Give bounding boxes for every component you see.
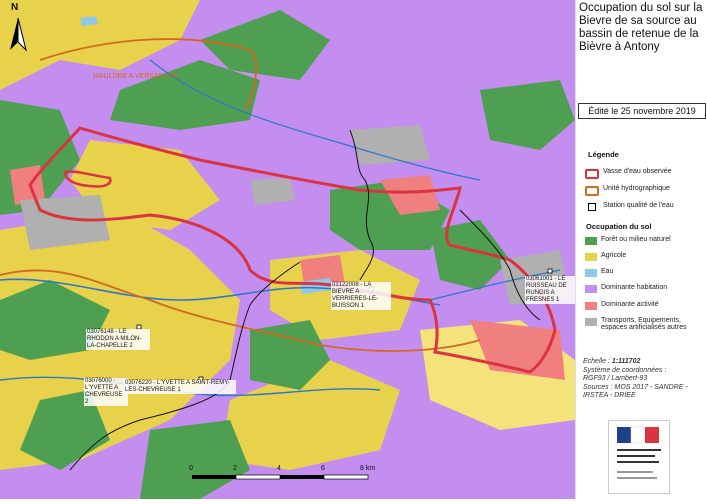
legend-item-label: Forêt ou milieu naturel (601, 236, 671, 243)
scale-value: 1:111702 (611, 358, 641, 365)
legend-item-label: Unité hydrographique (603, 185, 670, 192)
legend-item-water: Eau (585, 268, 703, 277)
legend-item-hydro-unit: Unité hydrographique (585, 185, 703, 196)
edit-date: Édité le 25 novembre 2019 (578, 103, 706, 119)
scale-tick-label: 4 (277, 465, 281, 472)
sources-text: Sources : MOS 2017 - SANDRE - IRSTEA - D… (583, 383, 688, 400)
legend-item-forest: Forêt ou milieu naturel (585, 236, 703, 245)
habitation-swatch-icon (585, 285, 597, 293)
crs-value: RGF93 / Lambert-93 (583, 375, 648, 382)
scale-tick-label: 0 (189, 465, 193, 472)
legend-item-label: Dominante activité (601, 301, 659, 308)
legend-item-label: Dominante habitation (601, 284, 668, 291)
legend-item-label: Agricole (601, 252, 627, 259)
legend-item-transport: Transports, Equipements, espaces artific… (585, 317, 703, 331)
station-label[interactable]: 03076148 - LE RHODON A MILON-LA-CHAPELLE… (86, 329, 150, 350)
agricultural-swatch-icon (585, 253, 597, 261)
station-label[interactable]: 03076220 - L'YVETTE A SAINT-REMY-LES-CHE… (124, 380, 236, 394)
scale-tick-label: 6 (321, 465, 325, 472)
scale-label: Echelle : (583, 358, 610, 365)
hydro-unit-label: MAULDRE A VERSAILLES (93, 73, 178, 80)
map-canvas[interactable]: N MAULDRE A VERSAILLES 03122008 - LA BIE… (0, 0, 575, 499)
marianne-logo-icon (608, 420, 670, 494)
activity-swatch-icon (585, 302, 597, 310)
legend-title: Légende (588, 150, 619, 159)
watershed-swatch-icon (585, 169, 599, 179)
map-title: Occupation du sol sur la Bievre de sa so… (579, 2, 703, 53)
map-layout: N MAULDRE A VERSAILLES 03122008 - LA BIE… (0, 0, 707, 499)
forest-swatch-icon (585, 237, 597, 245)
station-swatch-icon (588, 203, 596, 211)
map-svg (0, 0, 575, 499)
legend-item-label: Station qualité de l'eau (603, 202, 674, 209)
hydro-swatch-icon (585, 186, 599, 196)
scale-tick-label: 2 (233, 465, 237, 472)
station-label[interactable]: 03122008 - LA BIEVRE A VERRIERES-LE-BUIS… (331, 282, 391, 310)
north-label: N (11, 2, 19, 13)
crs-label: Système de coordonnées : (583, 366, 667, 374)
station-label[interactable]: 03076000 - L'YVETTE A CHEVREUSE 2 (84, 378, 128, 406)
legend-item-label: Eau (601, 268, 614, 275)
scale-tick-label: 8 km (360, 465, 376, 472)
scale-bar (192, 474, 369, 480)
legend-item-label: Transports, Equipements, espaces artific… (601, 317, 687, 331)
station-marker[interactable] (547, 268, 553, 274)
land-use-title: Occupation du sol (586, 222, 652, 231)
legend-item-agricultural: Agricole (585, 252, 703, 261)
legend-item-watershed: Vasse d'eau observée (585, 168, 703, 179)
legend-item-habitation: Dominante habitation (585, 284, 703, 293)
legend-item-activity: Dominante activité (585, 301, 703, 310)
map-metadata: Echelle : 1:111702 Système de coordonnée… (583, 358, 705, 401)
transport-swatch-icon (585, 318, 597, 326)
land-transport (350, 125, 430, 165)
water-swatch-icon (585, 269, 597, 277)
legend-item-label: Vasse d'eau observée (603, 168, 672, 175)
legend-item-station: Station qualité de l'eau (585, 202, 703, 211)
station-label[interactable]: 03061001 - LE RUISSEAU DE RUNGIS A FRESN… (525, 276, 575, 304)
